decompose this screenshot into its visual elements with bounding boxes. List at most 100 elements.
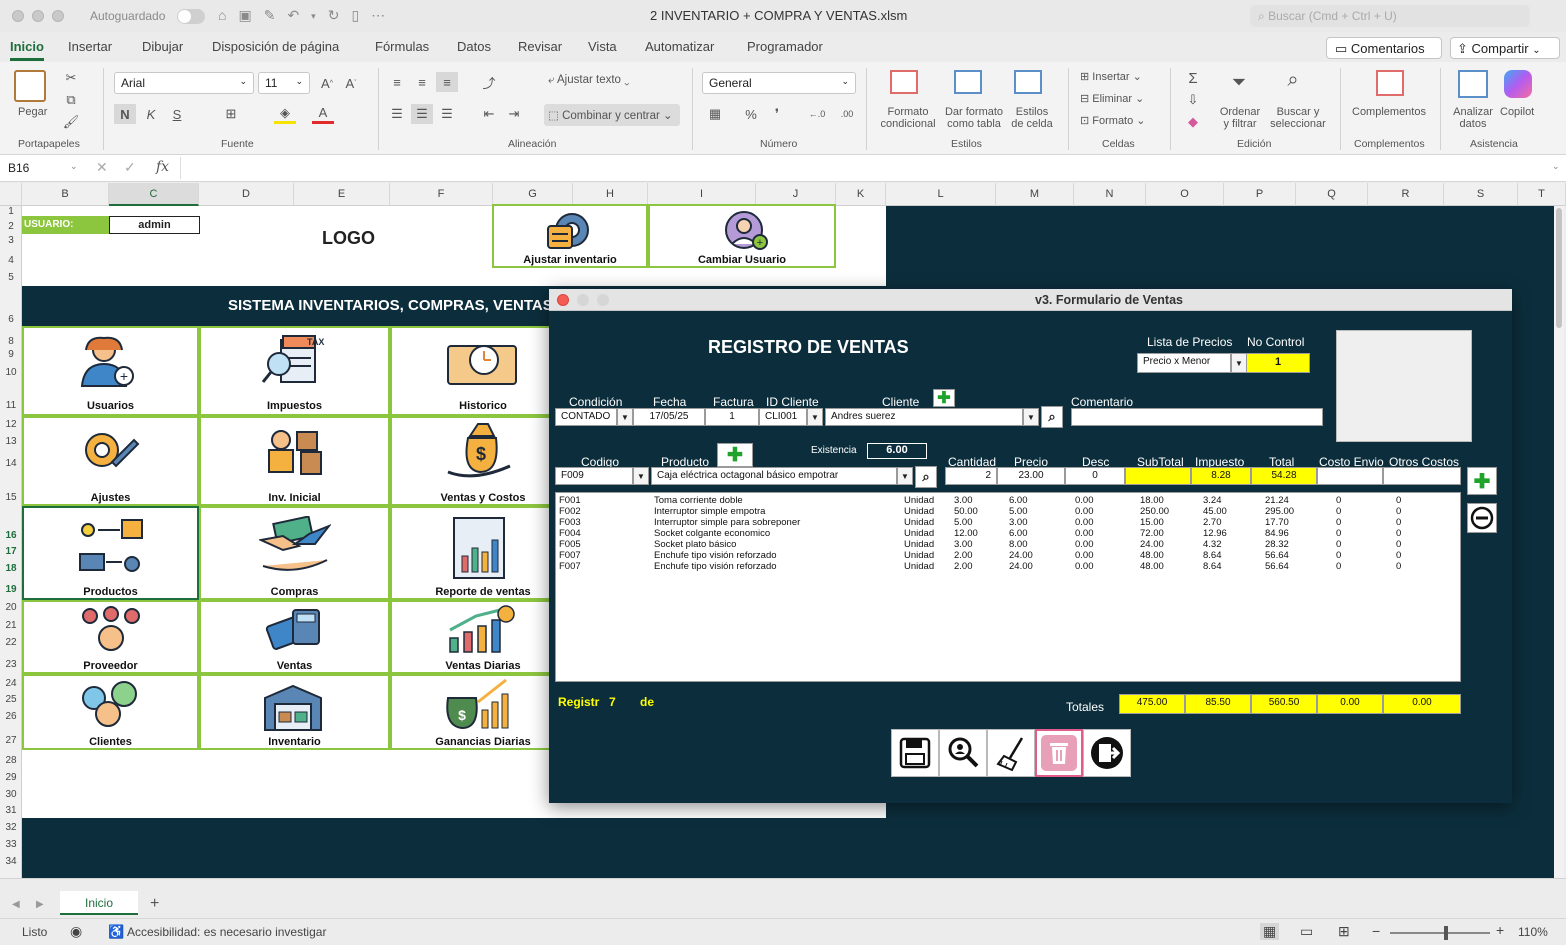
tab-datos[interactable]: Datos <box>457 39 491 54</box>
clients-tile[interactable]: Clientes <box>22 674 199 750</box>
italic-button[interactable]: K <box>140 104 162 124</box>
font-name-select[interactable]: Arial ⌄ <box>114 72 254 94</box>
sales-tile[interactable]: Ventas <box>199 600 390 674</box>
redo-icon[interactable]: ↻ <box>328 7 340 24</box>
list-item[interactable]: F002 Interruptor simple empotra Unidad 50.0… <box>556 506 1460 517</box>
col-header-k[interactable]: K <box>836 183 886 206</box>
condition-dropdown[interactable]: ▼ <box>617 408 633 426</box>
paste-icon[interactable] <box>14 70 46 102</box>
align-middle-icon[interactable]: ≡ <box>411 72 433 92</box>
row-header[interactable]: 9 <box>0 349 22 360</box>
format-as-table-icon[interactable] <box>954 70 982 94</box>
row-header[interactable]: 15 <box>0 492 22 503</box>
zoom-slider-thumb[interactable] <box>1444 926 1448 940</box>
product-select[interactable]: Caja eléctrica octagonal básico empotrar <box>651 467 897 485</box>
tab-revisar[interactable]: Revisar <box>518 39 562 54</box>
col-header-l[interactable]: L <box>886 183 996 206</box>
col-header-n[interactable]: N <box>1074 183 1146 206</box>
price-list-select[interactable]: Precio x Menor <box>1137 353 1231 373</box>
col-header-s[interactable]: S <box>1444 183 1518 206</box>
add-client-button[interactable]: ✚ <box>933 389 955 407</box>
cancel-icon[interactable]: ✕ <box>96 159 108 176</box>
supplier-tile[interactable]: Proveedor <box>22 600 199 674</box>
row-header[interactable]: 13 <box>0 436 22 447</box>
align-top-icon[interactable]: ≡ <box>386 72 408 92</box>
sale-lines-list[interactable]: F001 Toma corriente doble Unidad 3.00 6.00 0.… <box>555 492 1461 682</box>
taxes-tile[interactable]: TAX Impuestos <box>199 326 390 416</box>
tab-inicio[interactable]: Inicio <box>10 39 44 54</box>
row-header[interactable]: 27 <box>0 735 22 746</box>
delete-sale-button[interactable] <box>1035 729 1083 777</box>
zoom-out-icon[interactable]: − <box>1372 923 1380 939</box>
sheet-tab-inicio[interactable]: Inicio <box>60 891 138 915</box>
inventory-tile[interactable]: Inventario <box>199 674 390 750</box>
tab-formulas[interactable]: Fórmulas <box>375 39 429 54</box>
comma-style-icon[interactable]: ❜ <box>766 104 788 124</box>
borders-icon[interactable]: ⊞ <box>220 104 242 124</box>
search-sale-button[interactable] <box>939 729 987 777</box>
code-select[interactable]: F009 <box>555 467 633 485</box>
analyze-data-icon[interactable] <box>1458 70 1488 98</box>
purchases-tile[interactable]: Compras <box>199 506 390 600</box>
undo-icon[interactable]: ↶ <box>287 7 299 24</box>
initial-inventory-tile[interactable]: Inv. Inicial <box>199 416 390 506</box>
name-box-dropdown-icon[interactable]: ⌄ <box>70 161 78 172</box>
cell-styles-icon[interactable] <box>1014 70 1042 94</box>
copilot-icon[interactable] <box>1504 70 1532 98</box>
col-header-c[interactable]: C <box>109 183 199 206</box>
change-user-button[interactable]: + Cambiar Usuario <box>648 204 836 268</box>
users-tile[interactable]: + Usuarios <box>22 326 199 416</box>
col-header-d[interactable]: D <box>199 183 294 206</box>
increase-font-icon[interactable]: A ^ <box>316 73 338 93</box>
add-product-button[interactable]: ✚ <box>717 443 753 467</box>
autosave-toggle[interactable] <box>177 9 205 24</box>
fill-icon[interactable]: ⇩ <box>1182 90 1204 110</box>
client-select[interactable]: Andres suerez <box>825 408 1023 426</box>
row-header[interactable]: 14 <box>0 458 22 469</box>
tab-vista[interactable]: Vista <box>588 39 617 54</box>
other-costs-field[interactable] <box>1383 467 1461 485</box>
list-item[interactable]: F007 Enchufe tipo visión reforzado Unidad 2… <box>556 550 1460 561</box>
autosum-icon[interactable]: Σ <box>1182 68 1204 88</box>
col-header-t[interactable]: T <box>1518 183 1566 206</box>
decrease-indent-icon[interactable]: ⇤ <box>478 104 500 124</box>
row-header[interactable]: 17 <box>0 546 22 557</box>
row-header[interactable]: 1 <box>0 206 22 217</box>
row-header[interactable]: 31 <box>0 805 22 816</box>
col-header-m[interactable]: M <box>996 183 1074 206</box>
orientation-icon[interactable]: ⤴ <box>478 72 500 92</box>
list-item[interactable]: F007 Enchufe tipo visión reforzado Unidad 2… <box>556 561 1460 572</box>
code-dropdown[interactable]: ▼ <box>633 467 649 485</box>
clear-icon[interactable]: ◆ <box>1182 112 1204 132</box>
search-box[interactable]: ⌕ Buscar (Cmd + Ctrl + U) <box>1250 5 1530 27</box>
insert-cells-button[interactable]: ⊞ Insertar ⌄ <box>1080 70 1142 83</box>
client-id-select[interactable]: CLI001 <box>759 408 807 426</box>
col-header-i[interactable]: I <box>648 183 756 206</box>
comments-button[interactable]: ▭ Comentarios <box>1326 37 1442 59</box>
add-sheet-icon[interactable]: + <box>150 895 159 913</box>
decrease-font-icon[interactable]: Aˇ <box>340 73 362 93</box>
number-format-select[interactable]: General ⌄ <box>702 72 856 94</box>
row-header[interactable]: 16 <box>0 530 22 541</box>
zoom-in-icon[interactable]: + <box>1496 922 1504 938</box>
copy-icon[interactable]: ⧉ <box>60 90 82 110</box>
accessibility-status[interactable]: Accesibilidad: es necesario investigar <box>127 925 326 939</box>
invoice-field[interactable]: 1 <box>705 408 759 426</box>
align-bottom-icon[interactable]: ≡ <box>436 72 458 92</box>
clear-form-button[interactable] <box>987 729 1035 777</box>
row-header[interactable]: 2 <box>0 221 22 232</box>
quantity-field[interactable]: 2 <box>945 467 997 485</box>
next-sheet-icon[interactable]: ▶ <box>36 899 44 910</box>
sort-filter-icon[interactable]: ⏷ <box>1228 72 1250 92</box>
row-header[interactable]: 5 <box>0 272 22 283</box>
row-header[interactable]: 10 <box>0 367 22 378</box>
accessibility-icon[interactable]: ♿ <box>108 924 124 940</box>
zoom-window-button[interactable] <box>52 10 64 22</box>
list-item[interactable]: F005 Socket plato básico Unidad 3.00 8.00 0.0… <box>556 539 1460 550</box>
find-select-icon[interactable]: ⌕ <box>1282 69 1304 91</box>
row-header[interactable]: 24 <box>0 678 22 689</box>
row-header[interactable]: 20 <box>0 602 22 613</box>
save-sale-button[interactable] <box>891 729 939 777</box>
col-header-h[interactable]: H <box>573 183 648 206</box>
format-cells-button[interactable]: ⊡ Formato ⌄ <box>1080 114 1146 127</box>
